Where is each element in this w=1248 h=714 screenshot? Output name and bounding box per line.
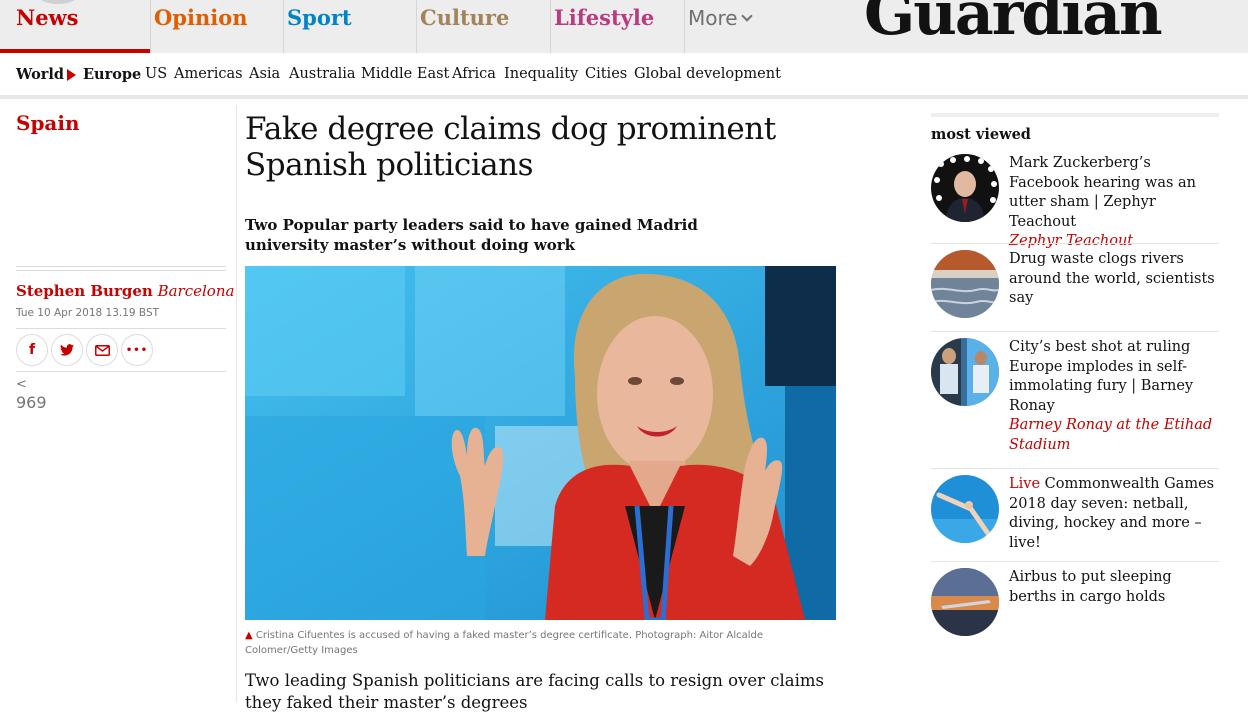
meta-divider bbox=[16, 328, 226, 329]
caption-triangle-icon: ▲ bbox=[245, 630, 253, 641]
most-viewed-separator bbox=[931, 243, 1219, 244]
airbus-thumbnail-image bbox=[931, 568, 999, 636]
most-viewed-text: Live Commonwealth Games 2018 day seven: … bbox=[1009, 475, 1219, 553]
caption-text: Cristina Cifuentes is accused of having … bbox=[245, 630, 764, 656]
most-viewed-thumbnail bbox=[931, 154, 999, 222]
share-twitter-button[interactable] bbox=[51, 334, 83, 366]
meta-divider bbox=[16, 266, 226, 267]
article-main-image[interactable] bbox=[245, 266, 836, 620]
author-link[interactable]: Stephen Burgen bbox=[16, 282, 153, 300]
pillar-opinion-label: Opinion bbox=[154, 5, 248, 30]
byline-location: Barcelona bbox=[157, 282, 235, 300]
most-viewed-thumbnail bbox=[931, 250, 999, 318]
twitter-icon bbox=[60, 344, 74, 356]
share-icon: < bbox=[16, 377, 27, 392]
live-kicker: Live bbox=[1009, 476, 1041, 492]
most-viewed-thumbnail bbox=[931, 568, 999, 636]
subnav-item-europe[interactable]: Europe bbox=[83, 66, 141, 83]
subnav-item-inequality[interactable]: Inequality bbox=[504, 66, 578, 82]
most-viewed-text: Drug waste clogs rivers around the world… bbox=[1009, 250, 1219, 309]
section-label[interactable]: Spain bbox=[16, 111, 80, 135]
share-facebook-button[interactable]: f bbox=[16, 334, 48, 366]
pillar-culture-label: Culture bbox=[420, 5, 510, 30]
most-viewed-headline: Commonwealth Games 2018 day seven: netba… bbox=[1009, 476, 1215, 551]
more-label: More bbox=[688, 6, 738, 30]
pillar-sport-label: Sport bbox=[287, 5, 352, 30]
most-viewed-text: City’s best shot at ruling Europe implod… bbox=[1009, 338, 1219, 455]
most-viewed-thumbnail bbox=[931, 338, 999, 406]
subnav-item-americas[interactable]: Americas bbox=[174, 66, 243, 82]
share-more-button[interactable]: ••• bbox=[121, 334, 153, 366]
article-headline: Fake degree claims dog prominent Spanish… bbox=[245, 111, 776, 183]
most-viewed-byline: Barney Ronay at the Etihad Stadium bbox=[1009, 417, 1213, 453]
football-thumbnail-image bbox=[931, 338, 999, 406]
facebook-icon: f bbox=[28, 342, 36, 358]
river-thumbnail-image bbox=[931, 250, 999, 318]
byline: Stephen Burgen Barcelona bbox=[16, 282, 234, 300]
pillar-culture[interactable]: Culture bbox=[416, 0, 551, 53]
most-viewed-item[interactable]: Drug waste clogs rivers around the world… bbox=[931, 250, 1219, 326]
section-subnav: World Europe US Americas Asia Australia … bbox=[0, 53, 1248, 99]
most-viewed-separator bbox=[931, 468, 1219, 469]
guardian-logo[interactable]: Guardian bbox=[864, 0, 1163, 44]
most-viewed-heading: most viewed bbox=[931, 126, 1031, 143]
most-viewed-text: Mark Zuckerberg’s Facebook hearing was a… bbox=[1009, 154, 1219, 252]
article-body-paragraph: Two leading Spanish politicians are faci… bbox=[245, 671, 824, 712]
subnav-item-australia[interactable]: Australia bbox=[289, 66, 356, 82]
most-viewed-separator bbox=[931, 561, 1219, 562]
subnav-item-us[interactable]: US bbox=[145, 66, 167, 82]
pillar-news-label: News bbox=[16, 5, 79, 30]
most-viewed-rule bbox=[931, 113, 1219, 117]
most-viewed-headline: Airbus to put sleeping berths in cargo h… bbox=[1009, 569, 1172, 605]
pillar-news[interactable]: News bbox=[0, 0, 151, 53]
diving-thumbnail-image bbox=[931, 475, 999, 543]
most-viewed-headline: City’s best shot at ruling Europe implod… bbox=[1009, 339, 1194, 414]
pillar-sport[interactable]: Sport bbox=[283, 0, 417, 53]
subnav-item-cities[interactable]: Cities bbox=[585, 66, 627, 82]
subnav-item-middle-east[interactable]: Middle East bbox=[361, 66, 449, 82]
most-viewed-separator bbox=[931, 331, 1219, 332]
envelope-icon bbox=[94, 344, 110, 356]
meta-divider bbox=[16, 371, 226, 372]
pillar-lifestyle-label: Lifestyle bbox=[554, 5, 655, 30]
share-count: 969 bbox=[16, 393, 47, 412]
image-caption: ▲ Cristina Cifuentes is accused of havin… bbox=[245, 628, 805, 658]
publish-date: Tue 10 Apr 2018 13.19 BST bbox=[16, 307, 160, 319]
more-dots-icon: ••• bbox=[125, 344, 149, 356]
most-viewed-text: Airbus to put sleeping berths in cargo h… bbox=[1009, 568, 1219, 607]
subnav-item-world[interactable]: World bbox=[16, 66, 64, 83]
most-viewed-thumbnail bbox=[931, 475, 999, 543]
most-viewed-byline: Zephyr Teachout bbox=[1009, 233, 1134, 249]
column-divider bbox=[236, 105, 237, 702]
most-viewed-headline: Mark Zuckerberg’s Facebook hearing was a… bbox=[1009, 155, 1197, 230]
most-viewed-item[interactable]: Airbus to put sleeping berths in cargo h… bbox=[931, 568, 1219, 638]
zuckerberg-thumbnail-image bbox=[931, 154, 999, 222]
more-menu-button[interactable]: More bbox=[688, 6, 753, 30]
subnav-item-global-development[interactable]: Global development bbox=[634, 66, 781, 82]
pillar-opinion[interactable]: Opinion bbox=[150, 0, 284, 53]
most-viewed-item[interactable]: Mark Zuckerberg’s Facebook hearing was a… bbox=[931, 154, 1219, 249]
share-email-button[interactable] bbox=[86, 334, 118, 366]
subnav-item-asia[interactable]: Asia bbox=[249, 66, 280, 82]
article-standfirst: Two Popular party leaders said to have g… bbox=[245, 216, 698, 254]
subnav-item-africa[interactable]: Africa bbox=[452, 66, 496, 82]
most-viewed-item[interactable]: City’s best shot at ruling Europe implod… bbox=[931, 338, 1219, 464]
top-navigation: News Opinion Sport Culture Lifestyle Mor… bbox=[0, 0, 1248, 53]
breadcrumb-arrow-icon bbox=[67, 69, 76, 81]
most-viewed-headline: Drug waste clogs rivers around the world… bbox=[1009, 251, 1215, 306]
most-viewed-item[interactable]: Live Commonwealth Games 2018 day seven: … bbox=[931, 475, 1219, 555]
chevron-down-icon bbox=[740, 10, 753, 22]
pillar-lifestyle[interactable]: Lifestyle bbox=[550, 0, 685, 53]
cristina-cifuentes-photo bbox=[245, 266, 836, 620]
meta-divider bbox=[16, 270, 226, 271]
